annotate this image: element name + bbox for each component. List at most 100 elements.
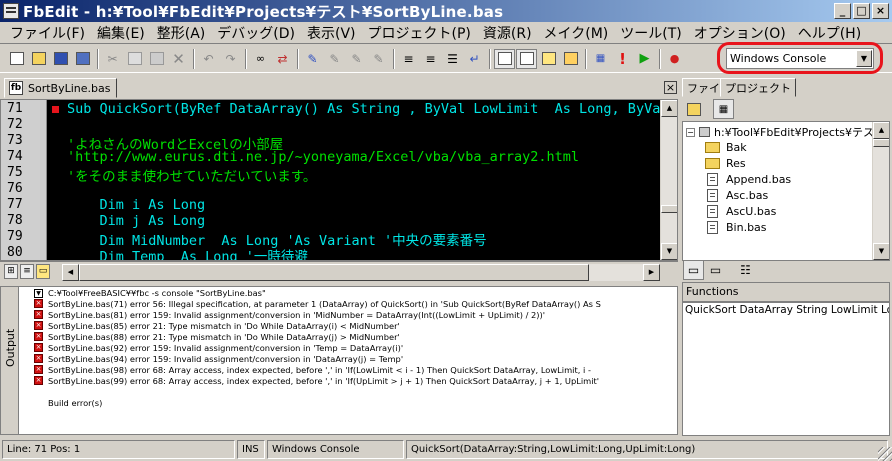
find-button[interactable]: ∞ bbox=[250, 49, 271, 69]
menu-help[interactable]: ヘルプ(H) bbox=[792, 23, 867, 43]
exclamation-icon: ! bbox=[619, 49, 626, 68]
fold-marker-icon[interactable] bbox=[51, 105, 60, 114]
replace-button[interactable]: ⇄ bbox=[272, 49, 293, 69]
scroll-up-icon[interactable]: ▲ bbox=[873, 122, 889, 139]
filter-button[interactable]: ▦ bbox=[713, 99, 734, 119]
output-error[interactable]: SortByLine.bas(81) error 159: Invalid as… bbox=[48, 310, 545, 320]
color-dots-icon: ● bbox=[669, 52, 680, 65]
tree-root[interactable]: − h:¥Tool¥FbEdit¥Projects¥テスト bbox=[686, 124, 885, 140]
view-tools-button[interactable] bbox=[560, 49, 581, 69]
lock-icon[interactable]: ▭ bbox=[36, 264, 50, 279]
scroll-thumb[interactable] bbox=[873, 139, 889, 147]
scroll-down-icon[interactable]: ▼ bbox=[661, 243, 677, 260]
scroll-left-icon[interactable]: ◀ bbox=[62, 264, 79, 281]
scroll-thumb[interactable] bbox=[661, 205, 677, 213]
tree-scrollbar[interactable]: ▲ ▼ bbox=[872, 122, 889, 260]
scroll-thumb-horizontal[interactable] bbox=[79, 264, 589, 281]
tree-item[interactable]: AscU.bas bbox=[707, 205, 776, 218]
properties-sort-button[interactable]: ☷ bbox=[735, 260, 756, 280]
scroll-up-icon[interactable]: ▲ bbox=[661, 100, 677, 117]
error-icon: × bbox=[34, 310, 43, 319]
output-error[interactable]: SortByLine.bas(99) error 68: Array acces… bbox=[48, 376, 599, 386]
output-error[interactable]: SortByLine.bas(94) error 159: Invalid as… bbox=[48, 354, 403, 364]
line-numbers-icon[interactable]: ≡ bbox=[20, 264, 34, 279]
menu-make[interactable]: メイク(M) bbox=[538, 23, 615, 43]
wrap-button[interactable]: ↵ bbox=[464, 49, 485, 69]
menu-project[interactable]: プロジェクト(P) bbox=[362, 23, 477, 43]
indent-button[interactable]: ≡ bbox=[398, 49, 419, 69]
open-button[interactable] bbox=[28, 49, 49, 69]
outdent-button[interactable]: ≡ bbox=[420, 49, 441, 69]
folder-up-button[interactable] bbox=[683, 99, 704, 119]
new-file-button[interactable] bbox=[6, 49, 27, 69]
editor-horizontal-scrollbar[interactable]: ⊞ ≡ ▭ ◀ ▶ bbox=[0, 261, 678, 281]
copy-button[interactable] bbox=[124, 49, 145, 69]
view-project-button[interactable] bbox=[516, 48, 537, 69]
status-build: Windows Console bbox=[267, 439, 404, 459]
maximize-button[interactable]: □ bbox=[853, 3, 870, 19]
scroll-down-icon[interactable]: ▼ bbox=[873, 243, 889, 260]
collapse-icon[interactable]: − bbox=[686, 127, 695, 137]
tab-project[interactable]: プロジェクト bbox=[720, 78, 796, 97]
minimize-button[interactable]: _ bbox=[834, 3, 851, 19]
menu-file[interactable]: ファイル(F) bbox=[4, 23, 91, 43]
editor-vertical-scrollbar[interactable]: ▲ ▼ bbox=[660, 100, 677, 260]
run-button[interactable]: ▶ bbox=[634, 49, 655, 69]
tree-item[interactable]: Append.bas bbox=[707, 173, 791, 186]
save-all-button[interactable] bbox=[72, 49, 93, 69]
properties-view-button[interactable]: ▭ bbox=[683, 260, 704, 280]
cut-button[interactable]: ✂ bbox=[102, 49, 123, 69]
functions-header[interactable]: Functions bbox=[682, 282, 890, 302]
menu-view[interactable]: 表示(V) bbox=[301, 23, 362, 43]
menu-format[interactable]: 整形(A) bbox=[151, 23, 212, 43]
save-button[interactable] bbox=[50, 49, 71, 69]
view-output-button[interactable] bbox=[494, 48, 515, 69]
close-tab-icon[interactable]: × bbox=[664, 81, 677, 94]
clear-bookmarks-button[interactable]: ✎ bbox=[368, 49, 389, 69]
menu-tools[interactable]: ツール(T) bbox=[614, 23, 687, 43]
undo-button[interactable]: ↶ bbox=[198, 49, 219, 69]
tree-item[interactable]: Bin.bas bbox=[707, 221, 767, 234]
folder-icon bbox=[705, 142, 720, 153]
output-error[interactable]: SortByLine.bas(85) error 21: Type mismat… bbox=[48, 321, 400, 331]
code-editor[interactable]: 71 72 73 74 75 76 77 78 79 80 Sub QuickS… bbox=[0, 99, 678, 261]
folder-up-icon bbox=[686, 102, 701, 116]
build-button[interactable]: ! bbox=[612, 49, 633, 69]
redo-icon: ↷ bbox=[225, 51, 236, 66]
menu-edit[interactable]: 編集(E) bbox=[91, 23, 151, 43]
view-properties-button[interactable] bbox=[538, 49, 559, 69]
output-panel[interactable]: Output ▼ C:¥Tool¥FreeBASIC¥¥fbc -s conso… bbox=[0, 286, 678, 435]
menu-debug[interactable]: デバッグ(D) bbox=[211, 23, 301, 43]
functions-list[interactable]: QuickSort DataArray String LowLimit Lon bbox=[682, 302, 890, 436]
uncomment-button[interactable]: ✎ bbox=[324, 49, 345, 69]
color-button[interactable]: ● bbox=[664, 49, 685, 69]
properties-window-button[interactable]: ▭ bbox=[705, 260, 726, 280]
redo-button[interactable]: ↷ bbox=[220, 49, 241, 69]
compile-button[interactable]: ▦ bbox=[590, 49, 611, 69]
bookmark-button[interactable]: ✎ bbox=[346, 49, 367, 69]
output-error[interactable]: SortByLine.bas(98) error 68: Array acces… bbox=[48, 365, 591, 375]
output-error[interactable]: SortByLine.bas(92) error 159: Invalid as… bbox=[48, 343, 403, 353]
delete-button[interactable]: ✕ bbox=[168, 49, 189, 69]
menu-options[interactable]: オプション(O) bbox=[688, 23, 792, 43]
scroll-right-icon[interactable]: ▶ bbox=[643, 264, 660, 281]
menu-resource[interactable]: 資源(R) bbox=[477, 23, 538, 43]
close-button[interactable]: × bbox=[872, 3, 889, 19]
tree-item[interactable]: Res bbox=[705, 157, 746, 170]
output-error[interactable]: SortByLine.bas(88) error 21: Type mismat… bbox=[48, 332, 400, 342]
comment-button[interactable]: ✎ bbox=[302, 49, 323, 69]
align-button[interactable]: ☰ bbox=[442, 49, 463, 69]
tab-sortbyline[interactable]: fb SortByLine.bas bbox=[4, 78, 117, 98]
play-icon: ▶ bbox=[639, 51, 650, 66]
resize-grip-icon[interactable] bbox=[878, 447, 892, 461]
basic-file-icon: fb bbox=[9, 81, 23, 95]
tree-item[interactable]: Asc.bas bbox=[707, 189, 768, 202]
output-error[interactable]: SortByLine.bas(71) error 56: Illegal spe… bbox=[48, 299, 601, 309]
paste-button[interactable] bbox=[146, 49, 167, 69]
functions-list-item[interactable]: QuickSort DataArray String LowLimit Lon bbox=[685, 304, 889, 316]
split-view-icon[interactable]: ⊞ bbox=[4, 264, 18, 279]
tree-item[interactable]: Bak bbox=[705, 141, 747, 154]
file-tree[interactable]: − h:¥Tool¥FbEdit¥Projects¥テスト Bak Res Ap… bbox=[682, 121, 890, 261]
file-icon bbox=[707, 205, 718, 218]
line-number: 77 bbox=[7, 197, 23, 212]
